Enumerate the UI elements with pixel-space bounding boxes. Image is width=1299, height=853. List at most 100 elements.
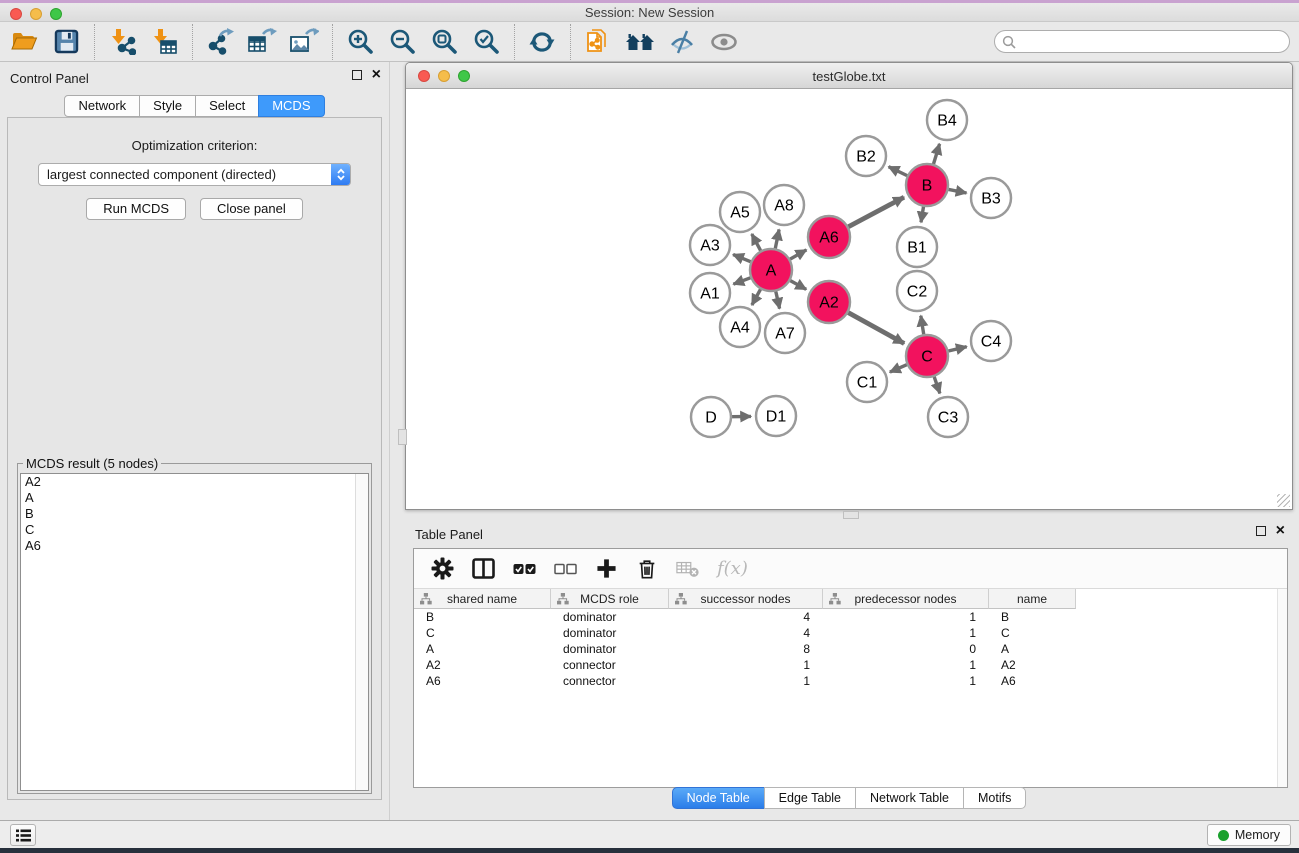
cell-successor-nodes[interactable]: 8 — [669, 641, 823, 657]
control-panel-tabs: NetworkStyleSelectMCDS — [0, 95, 389, 117]
mcds-result-item[interactable]: A2 — [21, 474, 368, 490]
clear-table-icon[interactable] — [676, 556, 700, 582]
float-panel-icon[interactable] — [352, 70, 362, 80]
cell-name[interactable]: B — [989, 609, 1076, 625]
tab-motifs[interactable]: Motifs — [963, 787, 1026, 809]
tab-network-table[interactable]: Network Table — [855, 787, 964, 809]
function-builder-icon[interactable]: f(x) — [717, 558, 748, 579]
mcds-result-group: MCDS result (5 nodes) A2ABCA6 — [17, 456, 372, 794]
network-graph[interactable]: AA1A2A3A4A5A6A7A8BB1B2B3B4CC1C2C3C4DD1 — [406, 89, 1292, 509]
column-layout-icon[interactable] — [471, 556, 495, 582]
zoom-out-icon[interactable] — [384, 25, 420, 59]
deselect-all-icon[interactable] — [553, 556, 577, 582]
zoom-selected-icon[interactable] — [468, 25, 504, 59]
search-input[interactable] — [1021, 35, 1271, 49]
column-header-predecessor-nodes[interactable]: predecessor nodes — [823, 589, 989, 609]
save-session-icon[interactable] — [48, 25, 84, 59]
tab-edge-table[interactable]: Edge Table — [764, 787, 856, 809]
mcds-result-item[interactable]: B — [21, 506, 368, 522]
cell-successor-nodes[interactable]: 1 — [669, 657, 823, 673]
column-header-name[interactable]: name — [989, 589, 1076, 609]
tab-node-table[interactable]: Node Table — [672, 787, 765, 809]
cell-successor-nodes[interactable]: 4 — [669, 625, 823, 641]
network-overview-icon[interactable] — [622, 25, 658, 59]
export-table-icon[interactable] — [244, 25, 280, 59]
task-history-button[interactable] — [10, 824, 36, 846]
cell-successor-nodes[interactable]: 1 — [669, 673, 823, 689]
cell-predecessor-nodes[interactable]: 0 — [823, 641, 989, 657]
close-panel-button[interactable]: Close panel — [200, 198, 303, 220]
tab-select[interactable]: Select — [195, 95, 259, 117]
close-table-panel-icon[interactable]: × — [1276, 526, 1285, 536]
mcds-result-list[interactable]: A2ABCA6 — [20, 473, 369, 791]
import-network-icon[interactable] — [104, 25, 140, 59]
cell-shared-name[interactable]: C — [414, 625, 551, 641]
zoom-fit-icon[interactable] — [426, 25, 462, 59]
cell-predecessor-nodes[interactable]: 1 — [823, 609, 989, 625]
export-image-icon[interactable] — [286, 25, 322, 59]
svg-text:A2: A2 — [819, 295, 839, 312]
table-scrollbar[interactable] — [1277, 589, 1287, 787]
mcds-result-item[interactable]: C — [21, 522, 368, 538]
list-icon — [16, 829, 31, 842]
run-mcds-button[interactable]: Run MCDS — [86, 198, 186, 220]
add-column-icon[interactable] — [594, 556, 618, 582]
vertical-splitter-handle[interactable] — [398, 429, 407, 445]
show-graphics-details-icon[interactable] — [706, 25, 742, 59]
cell-name[interactable]: C — [989, 625, 1076, 641]
criterion-dropdown[interactable]: largest connected component (directed) — [38, 163, 351, 186]
cell-shared-name[interactable]: A6 — [414, 673, 551, 689]
column-header-MCDS-role[interactable]: MCDS role — [551, 589, 669, 609]
column-header-shared-name[interactable]: shared name — [414, 589, 551, 609]
horizontal-splitter-handle[interactable] — [843, 511, 859, 519]
select-all-icon[interactable] — [512, 556, 536, 582]
network-canvas[interactable]: AA1A2A3A4A5A6A7A8BB1B2B3B4CC1C2C3C4DD1 — [406, 89, 1292, 509]
cell-shared-name[interactable]: A2 — [414, 657, 551, 673]
mcds-tab-content: Optimization criterion: largest connecte… — [7, 117, 382, 800]
mcds-result-item[interactable]: A6 — [21, 538, 368, 554]
memory-button[interactable]: Memory — [1207, 824, 1291, 846]
cell-MCDS-role[interactable]: dominator — [551, 609, 669, 625]
apply-layout-icon[interactable] — [524, 25, 560, 59]
cell-shared-name[interactable]: A — [414, 641, 551, 657]
cell-predecessor-nodes[interactable]: 1 — [823, 625, 989, 641]
tab-style[interactable]: Style — [139, 95, 196, 117]
tab-mcds[interactable]: MCDS — [258, 95, 324, 117]
cell-name[interactable]: A6 — [989, 673, 1076, 689]
close-panel-icon[interactable]: × — [372, 70, 381, 80]
zoom-in-icon[interactable] — [342, 25, 378, 59]
window-resize-grip[interactable] — [1277, 494, 1290, 507]
hide-graphics-details-icon[interactable] — [664, 25, 700, 59]
float-table-panel-icon[interactable] — [1256, 526, 1266, 536]
cell-name[interactable]: A — [989, 641, 1076, 657]
network-from-selection-icon[interactable] — [580, 25, 616, 59]
tab-network[interactable]: Network — [64, 95, 140, 117]
cell-predecessor-nodes[interactable]: 1 — [823, 657, 989, 673]
network-window-titlebar[interactable]: testGlobe.txt — [406, 63, 1292, 89]
svg-text:B4: B4 — [937, 113, 957, 130]
memory-label: Memory — [1235, 828, 1280, 842]
search-field[interactable] — [994, 30, 1290, 53]
delete-column-icon[interactable] — [635, 556, 659, 582]
import-table-icon[interactable] — [146, 25, 182, 59]
cell-MCDS-role[interactable]: dominator — [551, 641, 669, 657]
open-file-icon[interactable] — [6, 25, 42, 59]
cell-predecessor-nodes[interactable]: 1 — [823, 673, 989, 689]
cell-shared-name[interactable]: B — [414, 609, 551, 625]
cell-MCDS-role[interactable]: dominator — [551, 625, 669, 641]
settings-gear-icon[interactable] — [430, 556, 454, 582]
mcds-list-scrollbar[interactable] — [355, 474, 368, 790]
column-header-successor-nodes[interactable]: successor nodes — [669, 589, 823, 609]
cell-name[interactable]: A2 — [989, 657, 1076, 673]
table-row[interactable]: A2connector11A2 — [414, 657, 1287, 673]
export-network-icon[interactable] — [202, 25, 238, 59]
table-row[interactable]: A6connector11A6 — [414, 673, 1287, 689]
mcds-result-item[interactable]: A — [21, 490, 368, 506]
table-row[interactable]: Cdominator41C — [414, 625, 1287, 641]
cell-successor-nodes[interactable]: 4 — [669, 609, 823, 625]
cell-MCDS-role[interactable]: connector — [551, 673, 669, 689]
network-view-window: testGlobe.txt AA1A2A3A4A5A6A7A8BB1B2B3B4… — [405, 62, 1293, 510]
cell-MCDS-role[interactable]: connector — [551, 657, 669, 673]
table-row[interactable]: Adominator80A — [414, 641, 1287, 657]
table-row[interactable]: Bdominator41B — [414, 609, 1287, 625]
